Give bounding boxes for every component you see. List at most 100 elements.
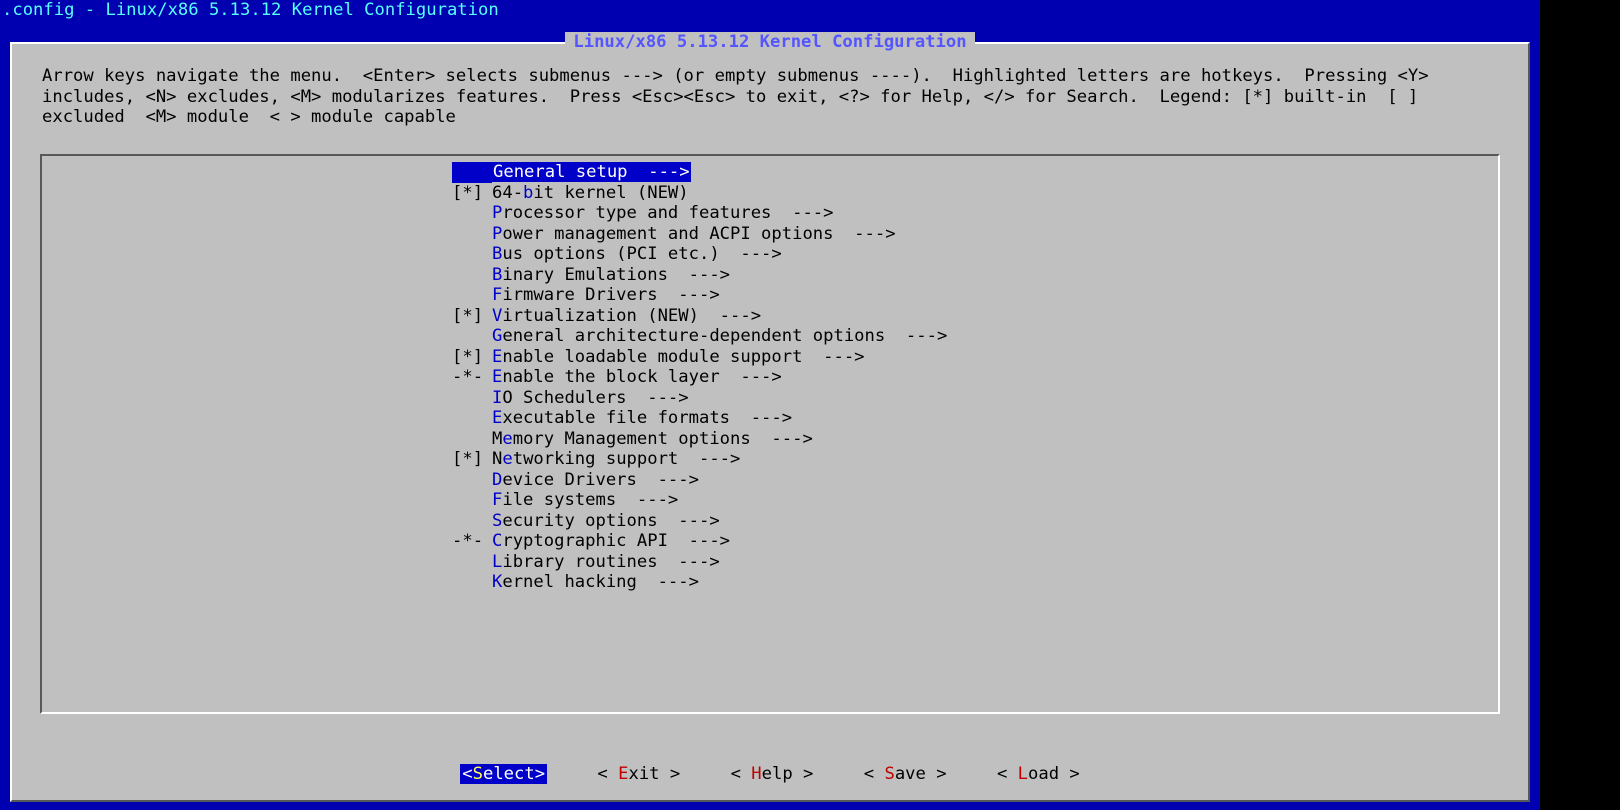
menu-item[interactable]: Binary Emulations ---> <box>42 265 1498 286</box>
menu-item-prefix <box>452 490 492 511</box>
menu-item-label: irtualization (NEW) ---> <box>502 306 761 326</box>
menu-item-hotkey: V <box>492 306 502 326</box>
menu-item[interactable]: -*- Enable the block layer ---> <box>42 367 1498 388</box>
menu-item[interactable]: -*- Cryptographic API ---> <box>42 531 1498 552</box>
menu-item[interactable]: Bus options (PCI etc.) ---> <box>42 244 1498 265</box>
window-title: .config - Linux/x86 5.13.12 Kernel Confi… <box>2 0 499 20</box>
menu-item-prefix <box>452 162 492 183</box>
menu-item-prefix <box>452 265 492 286</box>
menu-item-label: ibrary routines ---> <box>502 552 719 572</box>
menu-item[interactable]: [*] Networking support ---> <box>42 449 1498 470</box>
menu-item-prefix <box>452 552 492 573</box>
menu-item[interactable]: Memory Management options ---> <box>42 429 1498 450</box>
menu-item[interactable]: Firmware Drivers ---> <box>42 285 1498 306</box>
menu-item[interactable]: Power management and ACPI options ---> <box>42 224 1498 245</box>
menu-item[interactable]: Security options ---> <box>42 511 1498 532</box>
menu-item-label: nable loadable module support ---> <box>502 347 864 367</box>
menu-item[interactable]: File systems ---> <box>42 490 1498 511</box>
menu-item-prefix <box>452 326 492 347</box>
select-button-hotkey: S <box>473 764 483 784</box>
menu-item-label: O Schedulers ---> <box>502 388 688 408</box>
menu-item-hotkey: E <box>492 408 502 428</box>
menu-item[interactable]: General architecture-dependent options -… <box>42 326 1498 347</box>
menu-item-label: ile systems ---> <box>502 490 678 510</box>
menu-item[interactable]: Kernel hacking ---> <box>42 572 1498 593</box>
menu-item[interactable]: [*] Enable loadable module support ---> <box>42 347 1498 368</box>
exit-button[interactable]: < Exit > <box>597 764 680 785</box>
menuconfig-screen: .config - Linux/x86 5.13.12 Kernel Confi… <box>0 0 1540 810</box>
menu-item[interactable]: [*] Virtualization (NEW) ---> <box>42 306 1498 327</box>
menu-item-label: evice Drivers ---> <box>502 470 699 490</box>
menu-item-prefix <box>452 203 492 224</box>
menu-item-hotkey: b <box>523 183 533 203</box>
menu-item-prefix <box>452 244 492 265</box>
menu-item[interactable]: Executable file formats ---> <box>42 408 1498 429</box>
help-button-hotkey: H <box>751 764 761 784</box>
save-button-hotkey: S <box>884 764 894 784</box>
menu-item-label: eneral architecture-dependent options --… <box>502 326 947 346</box>
menu-item-hotkey: B <box>492 244 502 264</box>
menu-item-hotkey: G <box>492 326 502 346</box>
load-button-hotkey: L <box>1018 764 1028 784</box>
menu-item-prefix: -*- <box>452 367 492 388</box>
menu-item-label: irmware Drivers ---> <box>502 285 719 305</box>
menu-item[interactable]: General setup ---> <box>42 162 1498 183</box>
menu-item-label: tworking support ---> <box>513 449 741 469</box>
menu-item-prefix <box>452 408 492 429</box>
menu-item-label: inary Emulations ---> <box>502 265 730 285</box>
menu-item-hotkey: e <box>502 429 512 449</box>
panel-title-text: Linux/x86 5.13.12 Kernel Configuration <box>565 32 974 52</box>
menu-item-prefix: -*- <box>452 531 492 552</box>
menu-item-label: it kernel (NEW) <box>533 183 688 203</box>
menu-item-hotkey: P <box>492 203 502 223</box>
menu-item-label: xecutable file formats ---> <box>502 408 792 428</box>
menu-item-label: ower management and ACPI options ---> <box>502 224 895 244</box>
menu-item-prefix <box>452 511 492 532</box>
panel-title: Linux/x86 5.13.12 Kernel Configuration <box>12 32 1528 53</box>
button-bar: <Select> < Exit > < Help > < Save > < Lo… <box>12 764 1528 785</box>
menu-item-prefix: [*] <box>452 449 492 470</box>
menu-item[interactable]: Processor type and features ---> <box>42 203 1498 224</box>
menu-item-hotkey: B <box>492 265 502 285</box>
menu-item-label: nable the block layer ---> <box>502 367 781 387</box>
menu-item-prefix: [*] <box>452 347 492 368</box>
menu-item-hotkey: C <box>492 531 502 551</box>
menu-item-hotkey: I <box>492 388 502 408</box>
menu-item[interactable]: Device Drivers ---> <box>42 470 1498 491</box>
menu-item[interactable]: Library routines ---> <box>42 552 1498 573</box>
menu-item-label: ecurity options ---> <box>502 511 719 531</box>
main-panel: Linux/x86 5.13.12 Kernel Configuration A… <box>10 42 1530 802</box>
menu-item-label: rocessor type and features ---> <box>502 203 833 223</box>
menu-item-prefix <box>452 224 492 245</box>
help-legend-text: Arrow keys navigate the menu. <Enter> se… <box>42 66 1498 128</box>
menu-listbox[interactable]: General setup --->[*] 64-bit kernel (NEW… <box>40 154 1500 714</box>
menu-item-prefix: [*] <box>452 183 492 204</box>
menu-item-label: ryptographic API ---> <box>502 531 730 551</box>
menu-item-prefix <box>452 470 492 491</box>
menu-item-hotkey: L <box>492 552 502 572</box>
menu-item-label: General setup ---> <box>492 162 691 182</box>
menu-item-hotkey: F <box>492 490 502 510</box>
menu-item-hotkey: S <box>492 511 502 531</box>
save-button[interactable]: < Save > <box>864 764 947 785</box>
menu-item-prefix: [*] <box>452 306 492 327</box>
menu-item-hotkey: D <box>492 470 502 490</box>
window-title-bar: .config - Linux/x86 5.13.12 Kernel Confi… <box>0 0 1540 21</box>
menu-item-label: us options (PCI etc.) ---> <box>502 244 781 264</box>
menu-item[interactable]: [*] 64-bit kernel (NEW) <box>42 183 1498 204</box>
exit-button-hotkey: E <box>618 764 628 784</box>
menu-item-prefix <box>452 388 492 409</box>
menu-item-hotkey: K <box>492 572 502 592</box>
menu-item-hotkey: e <box>502 449 512 469</box>
menu-item-hotkey: P <box>492 224 502 244</box>
menu-item-prefix <box>452 572 492 593</box>
help-button[interactable]: < Help > <box>731 764 814 785</box>
menu-item[interactable]: IO Schedulers ---> <box>42 388 1498 409</box>
menu-item-label: mory Management options ---> <box>513 429 813 449</box>
select-button-rest: elect> <box>483 764 545 784</box>
select-button[interactable]: <Select> <box>460 764 547 785</box>
menu-item-prefix <box>452 429 492 450</box>
load-button[interactable]: < Load > <box>997 764 1080 785</box>
menu-item-hotkey: F <box>492 285 502 305</box>
menu-item-hotkey: E <box>492 347 502 367</box>
